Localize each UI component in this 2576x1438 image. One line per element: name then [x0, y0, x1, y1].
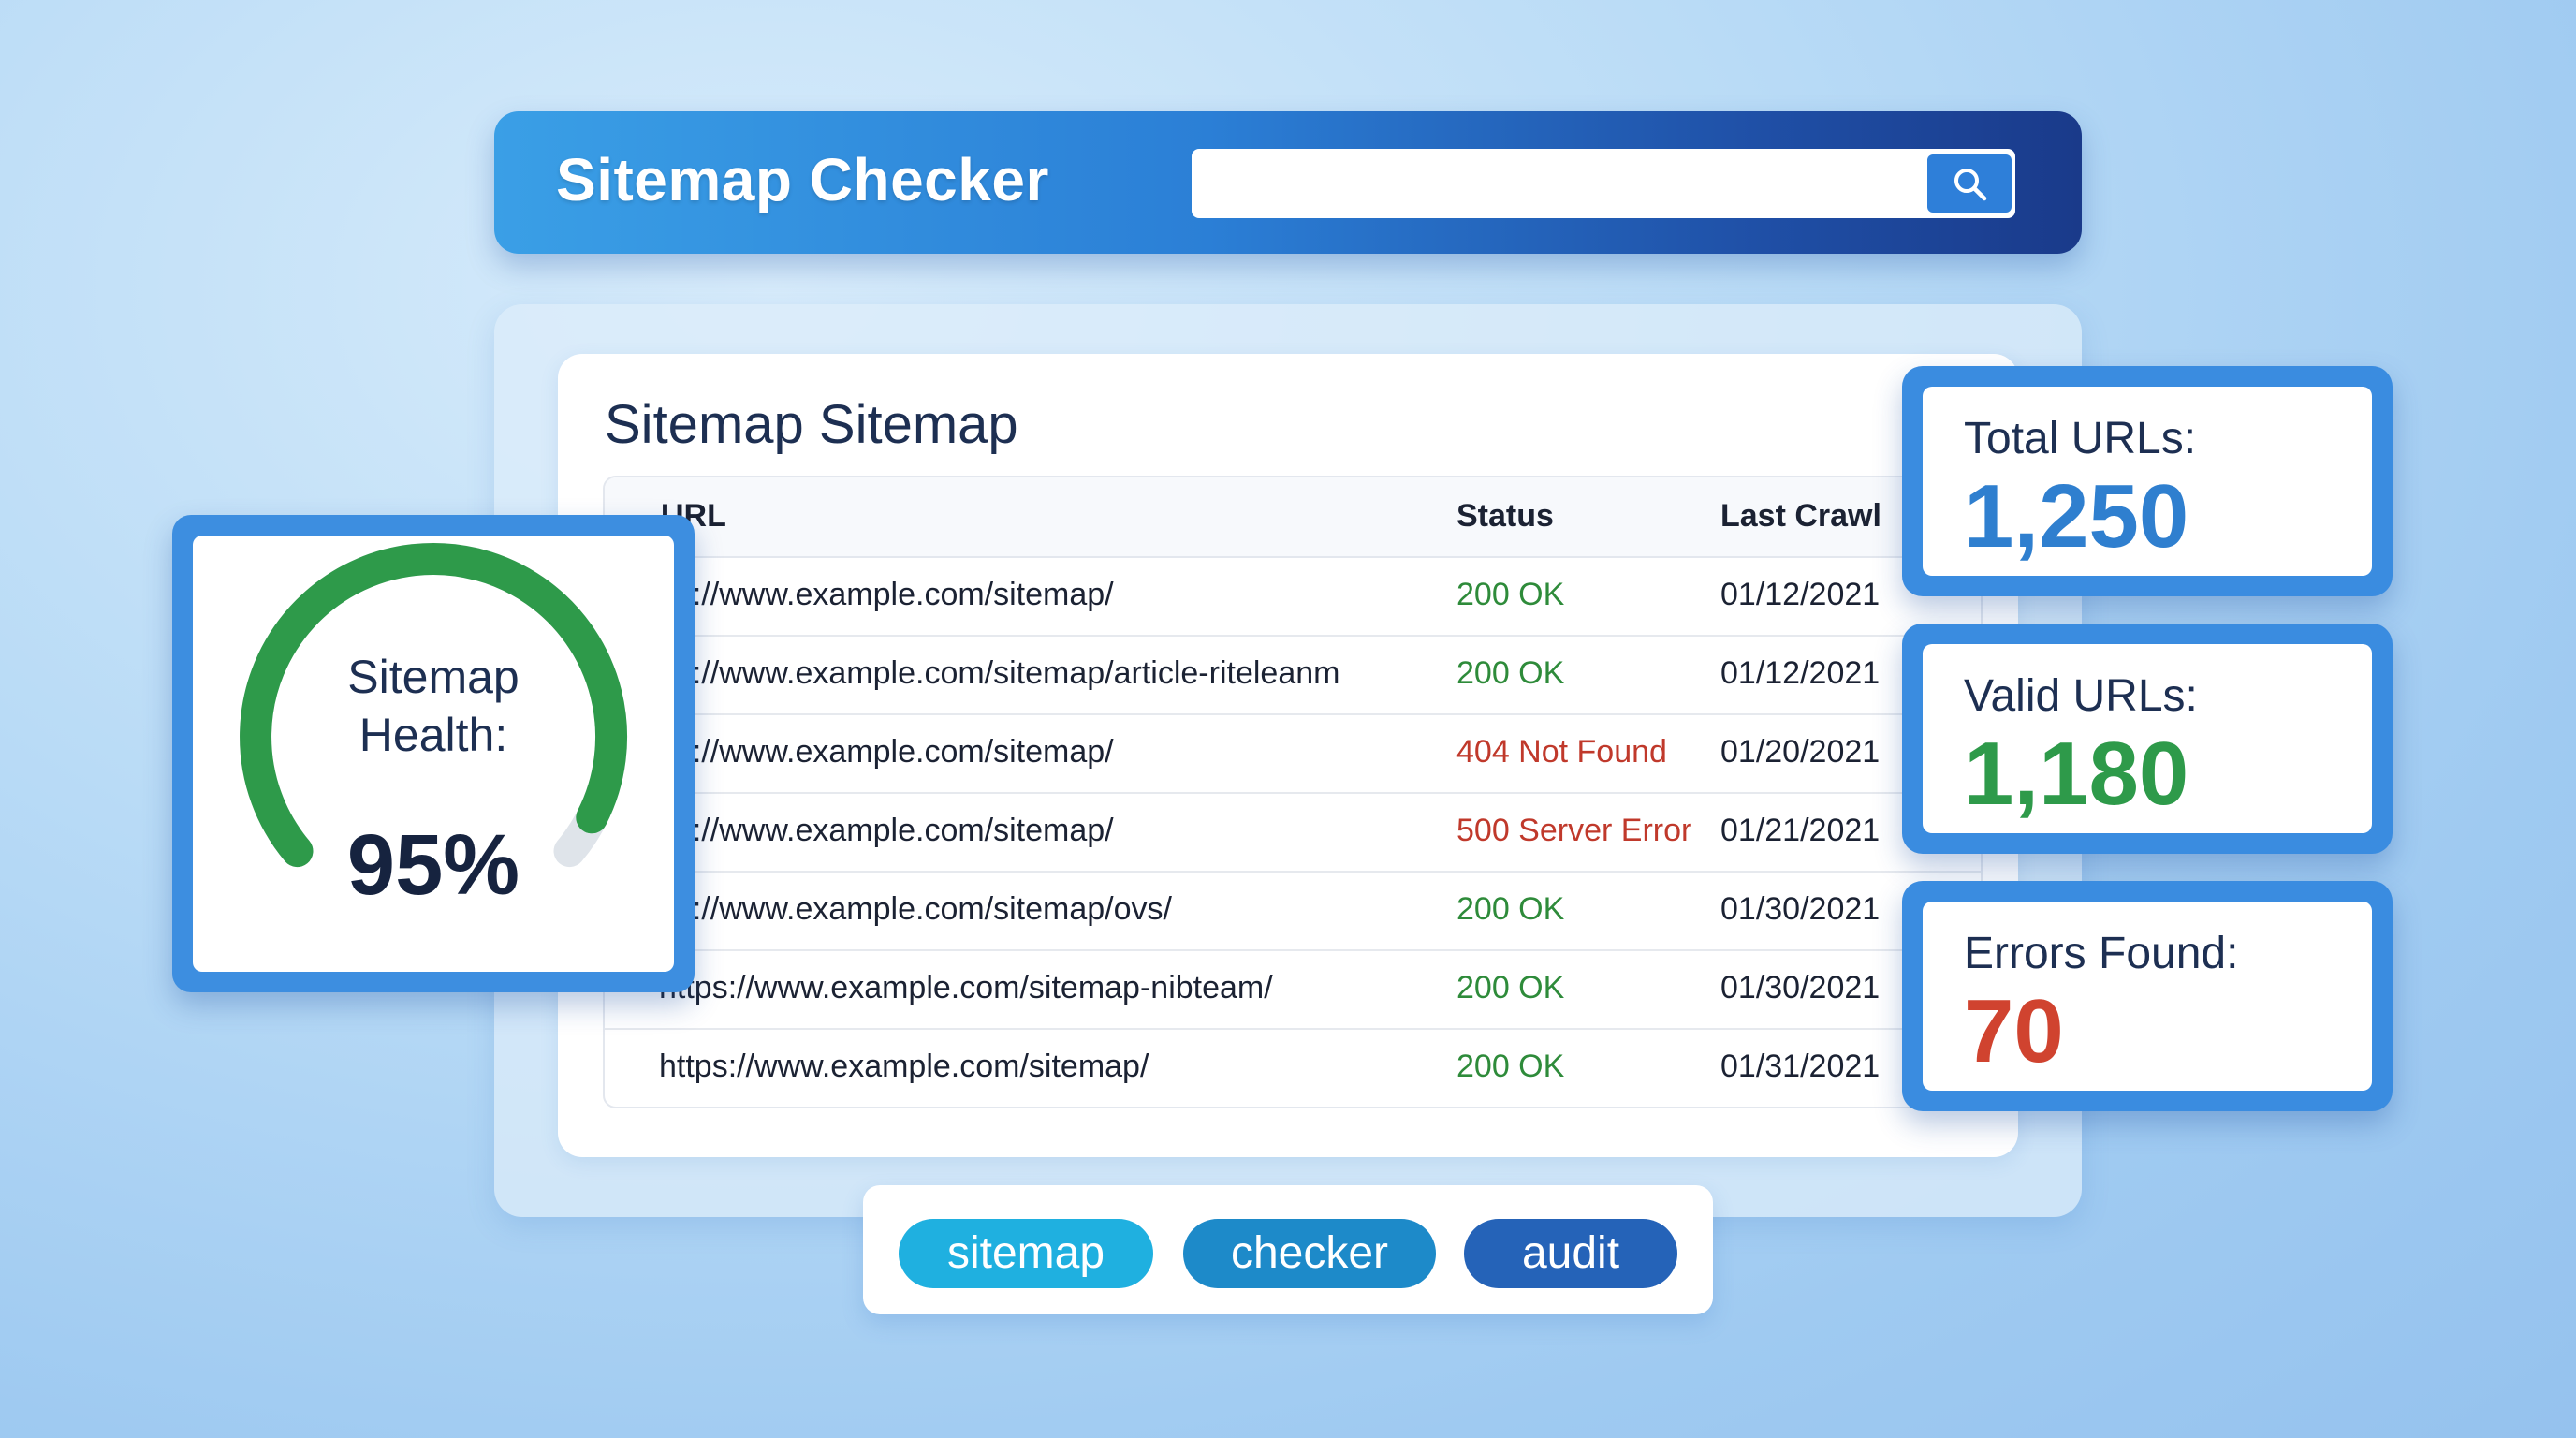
column-header-last-crawl: Last Crawl	[1720, 498, 1881, 534]
card-title: Sitemap Sitemap	[605, 394, 1018, 455]
row-last-crawl: 01/20/2021	[1720, 734, 1881, 770]
valid-urls-label: Valid URLs:	[1964, 671, 2198, 721]
total-urls-card: Total URLs: 1,250	[1902, 366, 2393, 596]
table-row[interactable]: ps://www.example.com/sitemap/404 Not Fou…	[605, 713, 1981, 794]
table-row[interactable]: ps://www.example.com/sitemap/500 Server …	[605, 792, 1981, 873]
gauge-label-line2: Health:	[359, 709, 508, 761]
row-url[interactable]: ps://www.example.com/sitemap/ovs/	[659, 891, 1172, 928]
tag-bar: sitemap checker audit	[863, 1185, 1713, 1314]
tag-audit[interactable]: audit	[1464, 1219, 1677, 1288]
row-status: 200 OK	[1456, 970, 1565, 1005]
app-title: Sitemap Checker	[556, 146, 1049, 213]
row-url[interactable]: ps://www.example.com/sitemap/	[659, 577, 1114, 613]
table-row[interactable]: https://www.example.com/sitemap-nibteam/…	[605, 949, 1981, 1030]
row-last-crawl: 01/21/2021	[1720, 813, 1881, 848]
row-status: 200 OK	[1456, 577, 1565, 612]
row-url[interactable]: ps://www.example.com/sitemap/	[659, 813, 1114, 849]
table-row[interactable]: https://www.example.com/sitemap/200 OK 01…	[605, 1028, 1981, 1107]
tag-sitemap[interactable]: sitemap	[899, 1219, 1153, 1288]
errors-found-value: 70	[1964, 981, 2064, 1081]
row-status: 200 OK	[1456, 891, 1565, 927]
row-url[interactable]: ps://www.example.com/sitemap/	[659, 734, 1114, 770]
row-status: 404 Not Found	[1456, 734, 1667, 770]
row-url[interactable]: https://www.example.com/sitemap/	[659, 1049, 1149, 1085]
total-urls-value: 1,250	[1964, 466, 2189, 566]
row-last-crawl: 01/30/2021	[1720, 891, 1881, 927]
url-table: URL Status Last Crawl ps://www.example.c…	[603, 476, 1983, 1108]
valid-urls-card: Valid URLs: 1,180	[1902, 624, 2393, 854]
table-row[interactable]: ps://www.example.com/sitemap/200 OK 01/12…	[605, 556, 1981, 637]
row-url[interactable]: https://www.example.com/sitemap-nibteam/	[659, 970, 1273, 1006]
search-icon	[1954, 169, 1987, 201]
row-last-crawl: 01/31/2021	[1720, 1049, 1881, 1084]
app-header: Sitemap Checker	[494, 111, 2082, 254]
row-status: 500 Server Error	[1456, 813, 1692, 848]
valid-urls-value: 1,180	[1964, 724, 2189, 824]
row-url[interactable]: ps://www.example.com/sitemap/article-rit…	[659, 655, 1339, 692]
column-header-status: Status	[1456, 498, 1554, 534]
row-last-crawl: 01/12/2021	[1720, 655, 1881, 691]
gauge-value: 95%	[346, 817, 520, 913]
table-row[interactable]: ps://www.example.com/sitemap/ovs/200 OK 0…	[605, 871, 1981, 951]
total-urls-label: Total URLs:	[1964, 414, 2197, 463]
search-button[interactable]	[1922, 149, 2015, 218]
health-gauge-card: Sitemap Health: 95%	[172, 515, 695, 992]
row-last-crawl: 01/12/2021	[1720, 577, 1881, 612]
table-row[interactable]: ps://www.example.com/sitemap/article-rit…	[605, 635, 1981, 715]
tag-checker[interactable]: checker	[1183, 1219, 1436, 1288]
row-last-crawl: 01/30/2021	[1720, 970, 1881, 1005]
table-header: URL Status Last Crawl	[605, 477, 1981, 558]
search-input[interactable]	[1192, 149, 1922, 218]
sitemap-card: Sitemap Sitemap URL Status Last Crawl ps…	[558, 354, 2018, 1157]
errors-found-card: Errors Found: 70	[1902, 881, 2393, 1111]
errors-found-label: Errors Found:	[1964, 929, 2239, 978]
gauge-label-line1: Sitemap	[347, 651, 520, 703]
row-status: 200 OK	[1456, 655, 1565, 691]
row-status: 200 OK	[1456, 1049, 1565, 1084]
